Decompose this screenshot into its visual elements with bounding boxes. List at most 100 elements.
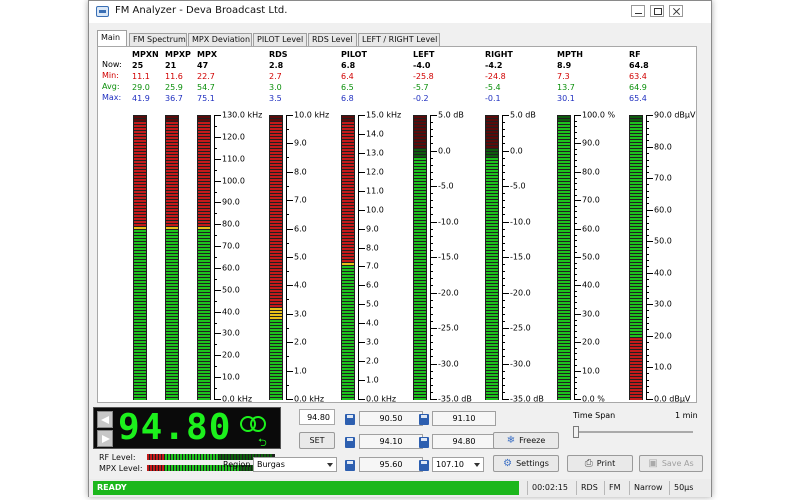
level-segment bbox=[147, 454, 149, 460]
meter-segment bbox=[630, 188, 642, 190]
scale-label: -15.0 bbox=[438, 252, 459, 262]
meter-segment bbox=[414, 152, 426, 154]
preset-button[interactable]: 94.80 bbox=[432, 434, 496, 449]
meter-segment bbox=[558, 119, 570, 121]
save-preset-icon[interactable] bbox=[419, 414, 429, 425]
scale-tick bbox=[214, 159, 221, 160]
meter-stats-rds: RDS 2.8 2.7 3.0 3.5 bbox=[269, 49, 288, 104]
meter-segment bbox=[134, 182, 146, 184]
minimize-button[interactable] bbox=[631, 5, 645, 17]
save-icon: ▣ bbox=[648, 458, 658, 469]
save-preset-icon[interactable] bbox=[345, 460, 355, 471]
scale-minor-tick bbox=[430, 143, 433, 144]
meter-segment bbox=[486, 152, 498, 154]
meter-segment bbox=[630, 383, 642, 385]
meter-segment bbox=[166, 245, 178, 247]
region-select[interactable]: Burgas bbox=[253, 457, 337, 472]
meter-segment bbox=[342, 143, 354, 145]
scale-minor-tick bbox=[646, 279, 649, 280]
meter-segment bbox=[558, 284, 570, 286]
meter-segment bbox=[134, 122, 146, 124]
meter-segment bbox=[342, 230, 354, 232]
meter-stats-rf: RF 64.8 63.4 64.9 65.4 bbox=[629, 49, 649, 104]
meter-segment bbox=[630, 263, 642, 265]
save-preset-icon[interactable] bbox=[345, 414, 355, 425]
meter-segment bbox=[630, 176, 642, 178]
status-rds: RDS bbox=[576, 481, 602, 495]
settings-button[interactable]: ⚙ Settings bbox=[493, 455, 559, 472]
preset-select[interactable]: 107.10 bbox=[432, 457, 484, 472]
meter-segment bbox=[342, 341, 354, 343]
meter-avg-value: 54.7 bbox=[197, 83, 215, 92]
scale-tick bbox=[358, 210, 365, 211]
tab-fm-spectrum[interactable]: FM Spectrum bbox=[129, 33, 187, 47]
save-as-button[interactable]: ▣ Save As bbox=[639, 455, 703, 472]
preset-button[interactable]: 94.10 bbox=[359, 434, 423, 449]
meter-segment bbox=[342, 257, 354, 259]
meter-segment bbox=[166, 326, 178, 328]
scale-minor-tick bbox=[574, 189, 577, 190]
meter-segment bbox=[134, 326, 146, 328]
meter-segment bbox=[630, 206, 642, 208]
set-button[interactable]: SET bbox=[299, 432, 335, 449]
close-button[interactable] bbox=[669, 5, 683, 17]
tab-mpx-deviation[interactable]: MPX Deviation bbox=[188, 33, 252, 47]
print-button[interactable]: ⎙ Print bbox=[567, 455, 633, 472]
meter-segment bbox=[270, 203, 282, 205]
meter-segment bbox=[198, 287, 210, 289]
scale-tick bbox=[646, 241, 653, 242]
meter-segment bbox=[134, 224, 146, 226]
scale-minor-tick bbox=[502, 342, 505, 343]
meter-segment bbox=[414, 350, 426, 352]
meter-segment bbox=[558, 152, 570, 154]
scale-minor-tick bbox=[574, 217, 577, 218]
meter-segment bbox=[342, 326, 354, 328]
meter-segment bbox=[166, 296, 178, 298]
tab-left-right-level[interactable]: LEFT / RIGHT Level bbox=[358, 33, 440, 47]
tab-main[interactable]: Main bbox=[97, 30, 127, 47]
meter-segment bbox=[414, 206, 426, 208]
time-span-slider[interactable] bbox=[573, 426, 579, 438]
meter-segment bbox=[270, 158, 282, 160]
meter-segment bbox=[630, 209, 642, 211]
scale-tick bbox=[646, 210, 653, 211]
meter-segment bbox=[558, 320, 570, 322]
meter-scale-right: 5.0 dB 0.0 -5.0 -10.0 -15.0 -20.0 -25.0 -30.0 -3… bbox=[502, 111, 548, 404]
save-preset-icon[interactable] bbox=[419, 437, 429, 448]
preset-button[interactable]: 95.60 bbox=[359, 457, 423, 472]
meter-segment bbox=[414, 383, 426, 385]
meter-segment bbox=[198, 227, 210, 229]
meter-segment bbox=[270, 275, 282, 277]
scale-minor-tick bbox=[646, 203, 649, 204]
save-preset-icon[interactable] bbox=[345, 437, 355, 448]
meter-segment bbox=[486, 341, 498, 343]
level-segment bbox=[183, 454, 185, 460]
meter-segment bbox=[270, 260, 282, 262]
scale-tick bbox=[358, 115, 365, 116]
level-segment bbox=[180, 454, 182, 460]
meter-segment bbox=[198, 305, 210, 307]
scale-minor-tick bbox=[646, 247, 649, 248]
meter-segment bbox=[630, 380, 642, 382]
tune-down-button[interactable] bbox=[97, 411, 113, 428]
maximize-button[interactable] bbox=[650, 5, 664, 17]
freeze-button[interactable]: ❄ Freeze bbox=[493, 432, 559, 449]
save-preset-icon[interactable] bbox=[419, 460, 429, 471]
scale-minor-tick bbox=[574, 211, 577, 212]
preset-button[interactable]: 91.10 bbox=[432, 411, 496, 426]
frequency-field[interactable]: 94.80 bbox=[299, 409, 335, 425]
meter-segment bbox=[558, 182, 570, 184]
meter-segment bbox=[414, 242, 426, 244]
meter-segment bbox=[630, 374, 642, 376]
time-span-label: Time Span bbox=[573, 411, 616, 420]
tab-pilot-level[interactable]: PILOT Level bbox=[253, 33, 307, 47]
meter-now-value: 6.8 bbox=[341, 61, 356, 70]
meter-segment bbox=[198, 149, 210, 151]
preset-button[interactable]: 90.50 bbox=[359, 411, 423, 426]
tune-up-button[interactable] bbox=[97, 430, 113, 447]
scale-minor-tick bbox=[646, 153, 649, 154]
tab-rds-level[interactable]: RDS Level bbox=[308, 33, 357, 47]
meter-segment bbox=[270, 188, 282, 190]
meter-segment bbox=[198, 158, 210, 160]
meter-segment bbox=[342, 140, 354, 142]
